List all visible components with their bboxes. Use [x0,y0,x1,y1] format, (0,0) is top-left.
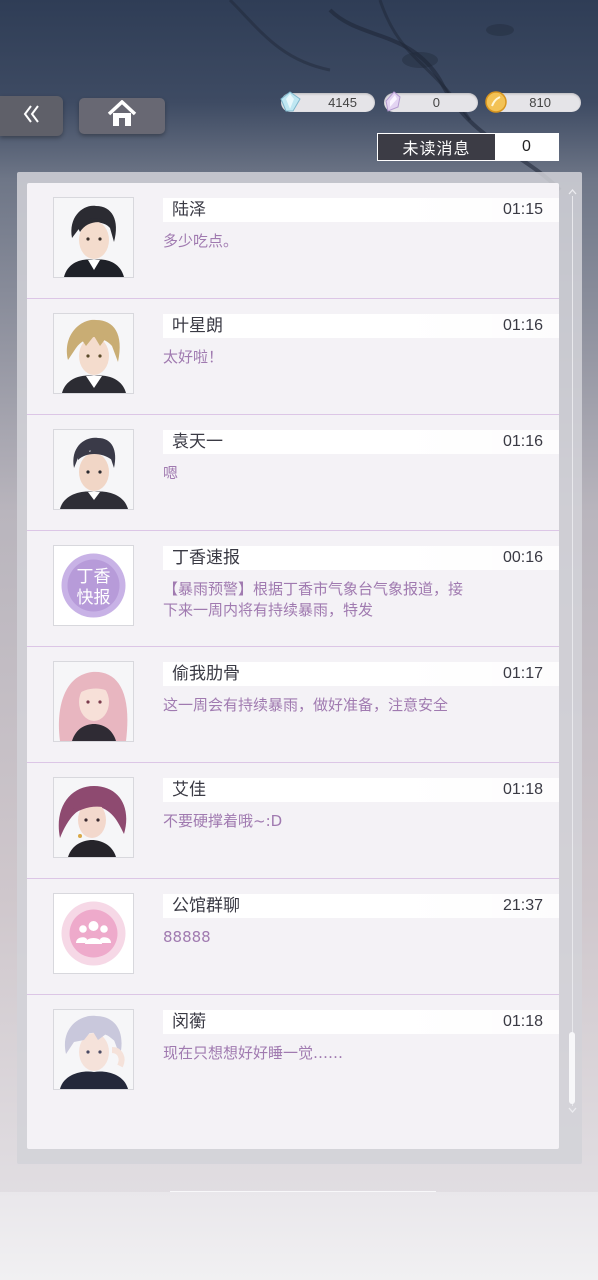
name-bar [163,1010,559,1034]
contact-name: 公馆群聊 [172,896,240,916]
double-chevron-left-icon [21,103,43,129]
avatar-news-logo: 丁香 快报 [53,545,134,626]
message-preview: 现在只想想好好睡一觉…… [163,1044,344,1062]
message-row-yuantianyi[interactable]: 袁天一 01:16 嗯 [27,415,559,531]
avatar-yexinglang [53,313,134,394]
currency-crystal-value: 0 [432,95,440,110]
unread-count: 0 [495,134,558,160]
back-button[interactable] [0,96,63,136]
gold-coin-icon [483,89,509,115]
avatar-touwoleigu [53,661,134,742]
message-time: 00:16 [502,549,543,566]
message-row-touwoleigu[interactable]: 偷我肋骨 01:17 这一周会有持续暴雨，做好准备，注意安全 [27,647,559,763]
contact-name: 陆泽 [172,200,206,220]
contact-name: 叶星朗 [172,316,223,336]
message-row-yexinglang[interactable]: 叶星朗 01:16 太好啦！ [27,299,559,415]
home-button[interactable] [79,98,165,134]
name-bar [163,778,559,802]
message-time: 01:17 [502,665,543,682]
currency-crystal[interactable]: 0 [384,91,478,112]
scrollbar-track [572,196,573,1106]
bottom-bar [0,1192,598,1280]
message-row-dingxiang-news[interactable]: 丁香 快报 丁香速报 00:16 【暴雨预警】根据丁香市气象台气象报道，接下来一… [27,531,559,647]
message-time: 01:16 [502,317,543,334]
message-list[interactable]: 陆泽 01:15 多少吃点。 叶星朗 01:16 太好啦！ 袁天一 01:16 … [27,183,559,1149]
currency-diamond-value: 4145 [328,95,357,110]
avatar-minheng [53,1009,134,1090]
message-list-scrollbar[interactable] [568,188,577,1114]
unread-messages-indicator: 未读消息 0 [377,133,559,161]
message-preview: 不要硬撑着哦~:D [163,812,283,830]
message-row-group-chat[interactable]: 公馆群聊 21:37 88888 [27,879,559,995]
currency-diamond[interactable]: 4145 [280,91,375,112]
message-time: 21:37 [502,897,543,914]
message-time: 01:15 [502,201,543,218]
contact-name: 袁天一 [172,432,223,452]
message-preview: 88888 [163,928,211,946]
message-row-luze[interactable]: 陆泽 01:15 多少吃点。 [27,183,559,299]
scrollbar-thumb[interactable] [569,1032,575,1104]
currency-coin-value: 810 [529,95,551,110]
home-icon [107,99,137,132]
message-time: 01:18 [502,1013,543,1030]
avatar-luze [53,197,134,278]
scroll-down-icon[interactable] [568,1106,577,1114]
message-preview: 太好啦！ [163,348,224,366]
contact-name: 艾佳 [172,780,206,800]
message-preview: 这一周会有持续暴雨，做好准备，注意安全 [163,696,449,714]
contact-name: 偷我肋骨 [172,664,240,684]
message-row-aijia[interactable]: 艾佳 01:18 不要硬撑着哦~:D [27,763,559,879]
message-preview: 【暴雨预警】根据丁香市气象台气象报道，接下来一周内将有持续暴雨，特发 [163,580,464,619]
avatar-group-chat [53,893,134,974]
avatar-yuantianyi [53,429,134,510]
contact-name: 闵蘅 [172,1012,206,1032]
scroll-up-icon[interactable] [568,188,577,196]
currency-coin[interactable]: 810 [485,91,581,113]
message-preview: 嗯 [163,464,179,482]
avatar-aijia [53,777,134,858]
message-row-minheng[interactable]: 闵蘅 01:18 现在只想想好好睡一觉…… [27,995,559,1111]
unread-label: 未读消息 [378,134,495,160]
news-logo-top: 丁香 [77,567,111,587]
name-bar [163,198,559,222]
contact-name: 丁香速报 [172,548,240,568]
crystal-shard-icon [380,89,406,115]
message-time: 01:18 [502,781,543,798]
diamond-gem-icon [277,89,303,115]
message-time: 01:16 [502,433,543,450]
news-logo-bottom: 快报 [77,588,111,608]
message-preview: 多少吃点。 [163,232,239,250]
